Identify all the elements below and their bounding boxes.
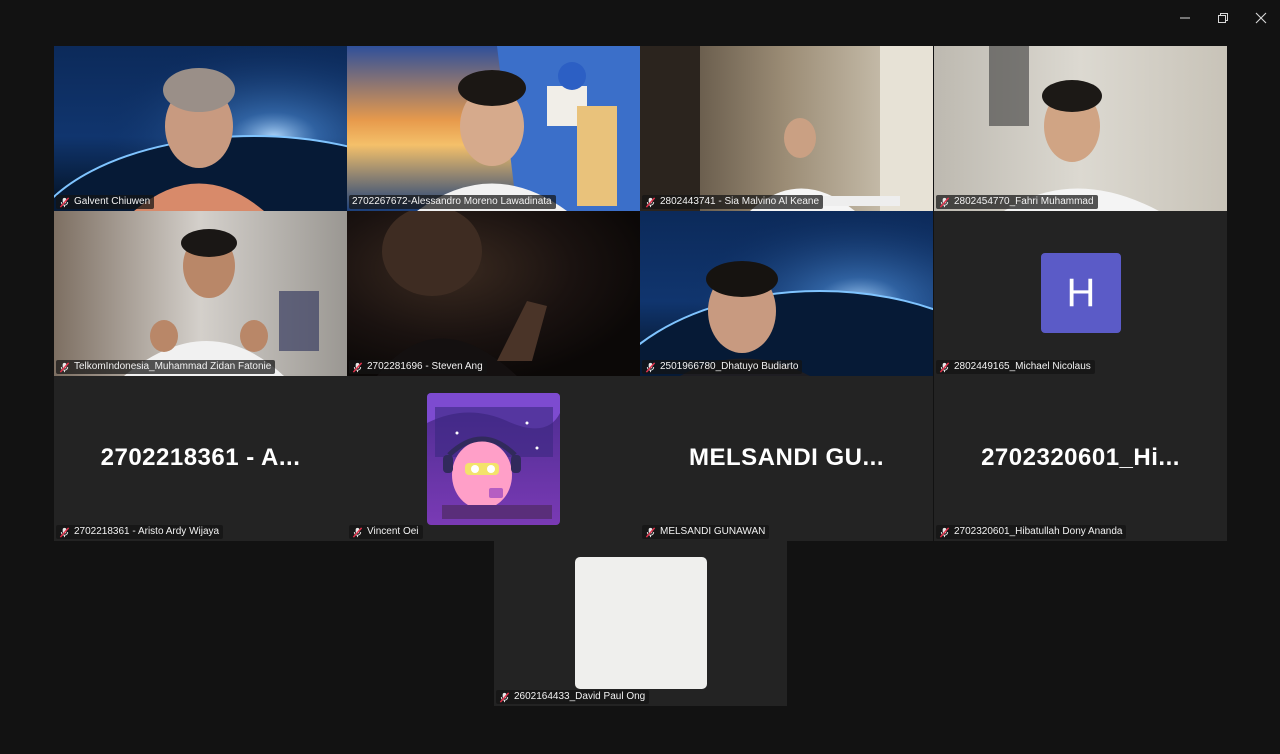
participant-name-tag: 2802449165_Michael Nicolaus [936,360,1095,374]
participant-tile[interactable]: 2702281696 - Steven Ang [347,211,640,376]
participant-name-tag: 2501966780_Dhatuyo Budiarto [642,360,803,374]
participant-name: Galvent Chiuwen [74,196,151,207]
participant-name-tag: TelkomIndonesia_Muhammad Zidan Fatonie [56,360,276,374]
mic-muted-icon [352,362,363,373]
participant-name-tag: 2702218361 - Aristo Ardy Wijaya [56,525,224,539]
participant-name-tag: 2702267672-Alessandro Moreno Lawadinata [349,195,556,209]
participant-tile[interactable]: MELSANDI GU... MELSANDI GUNAWAN [640,376,933,541]
participant-name-tag: 2802443741 - Sia Malvino Al Keane [642,195,824,209]
participant-video [54,211,347,376]
participant-video [347,46,640,211]
participant-tile[interactable]: 2702320601_Hi... 2702320601_Hibatullah D… [934,376,1227,541]
participant-name: 2501966780_Dhatuyo Budiarto [660,361,799,372]
participant-name: MELSANDI GUNAWAN [660,526,766,537]
minimize-button[interactable] [1166,4,1204,32]
mic-muted-icon [59,197,70,208]
participant-video [640,211,933,376]
participant-tile[interactable]: 2501966780_Dhatuyo Budiarto [640,211,933,376]
participant-video [934,46,1227,211]
mic-muted-icon [59,527,70,538]
mic-muted-icon [939,362,950,373]
participant-tile[interactable]: Vincent Oei [347,376,640,541]
participant-name: 2802454770_Fahri Muhammad [954,196,1094,207]
participant-tile[interactable]: 2802443741 - Sia Malvino Al Keane [640,46,933,211]
participant-avatar: H [1041,253,1121,333]
participant-tile[interactable]: 2702218361 - A... 2702218361 - Aristo Ar… [54,376,347,541]
participant-video [347,211,640,376]
participant-name: TelkomIndonesia_Muhammad Zidan Fatonie [74,361,272,372]
participant-tile-active-speaker[interactable]: 2702267672-Alessandro Moreno Lawadinata [347,46,640,211]
close-icon [1255,12,1267,24]
participant-name-tag: 2702281696 - Steven Ang [349,360,487,374]
participant-name: 2802443741 - Sia Malvino Al Keane [660,196,820,207]
participant-name-tag: 2602164433_David Paul Ong [496,690,650,704]
participant-display-name: MELSANDI GU... [688,444,884,471]
participant-display-name: 2702218361 - A... [100,444,301,471]
minimize-icon [1180,17,1190,19]
participant-display-name: 2702320601_Hi... [981,444,1180,471]
participant-tile[interactable]: 2802454770_Fahri Muhammad [934,46,1227,211]
participant-video [640,46,933,211]
participant-name: 2702218361 - Aristo Ardy Wijaya [74,526,220,537]
participant-tile[interactable]: 2602164433_David Paul Ong [494,541,787,706]
participant-name-tag: 2702320601_Hibatullah Dony Ananda [936,525,1127,539]
participant-name: 2702320601_Hibatullah Dony Ananda [954,526,1123,537]
participant-tile[interactable]: Galvent Chiuwen [54,46,347,211]
mic-muted-icon [645,197,656,208]
cartoon-character-icon [427,393,560,525]
participant-profile-picture [427,393,560,525]
restore-icon [1218,13,1228,23]
close-button[interactable] [1242,4,1280,32]
mic-muted-icon [352,527,363,538]
participant-video [54,46,347,211]
mic-muted-icon [939,527,950,538]
participant-name-tag: Galvent Chiuwen [56,195,155,209]
participant-name: 2602164433_David Paul Ong [514,691,646,702]
participant-name-tag: Vincent Oei [349,525,423,539]
participant-name: 2802449165_Michael Nicolaus [954,361,1091,372]
participant-name: 2702281696 - Steven Ang [367,361,483,372]
participant-name-tag: 2802454770_Fahri Muhammad [936,195,1098,209]
mic-muted-icon [645,527,656,538]
participant-name: 2702267672-Alessandro Moreno Lawadinata [352,196,552,207]
participant-name-tag: MELSANDI GUNAWAN [642,525,770,539]
meeting-window: Galvent Chiuwen 2702267672-Alessandro Mo… [0,0,1280,754]
window-controls [1166,4,1280,32]
participant-name: Vincent Oei [367,526,419,537]
participant-tile[interactable]: H 2802449165_Michael Nicolaus [934,211,1227,376]
mic-muted-icon [59,362,70,373]
restore-button[interactable] [1204,4,1242,32]
mic-muted-icon [499,692,510,703]
participant-tile[interactable]: TelkomIndonesia_Muhammad Zidan Fatonie [54,211,347,376]
participant-profile-picture [575,557,707,689]
mic-muted-icon [939,197,950,208]
mic-muted-icon [645,362,656,373]
